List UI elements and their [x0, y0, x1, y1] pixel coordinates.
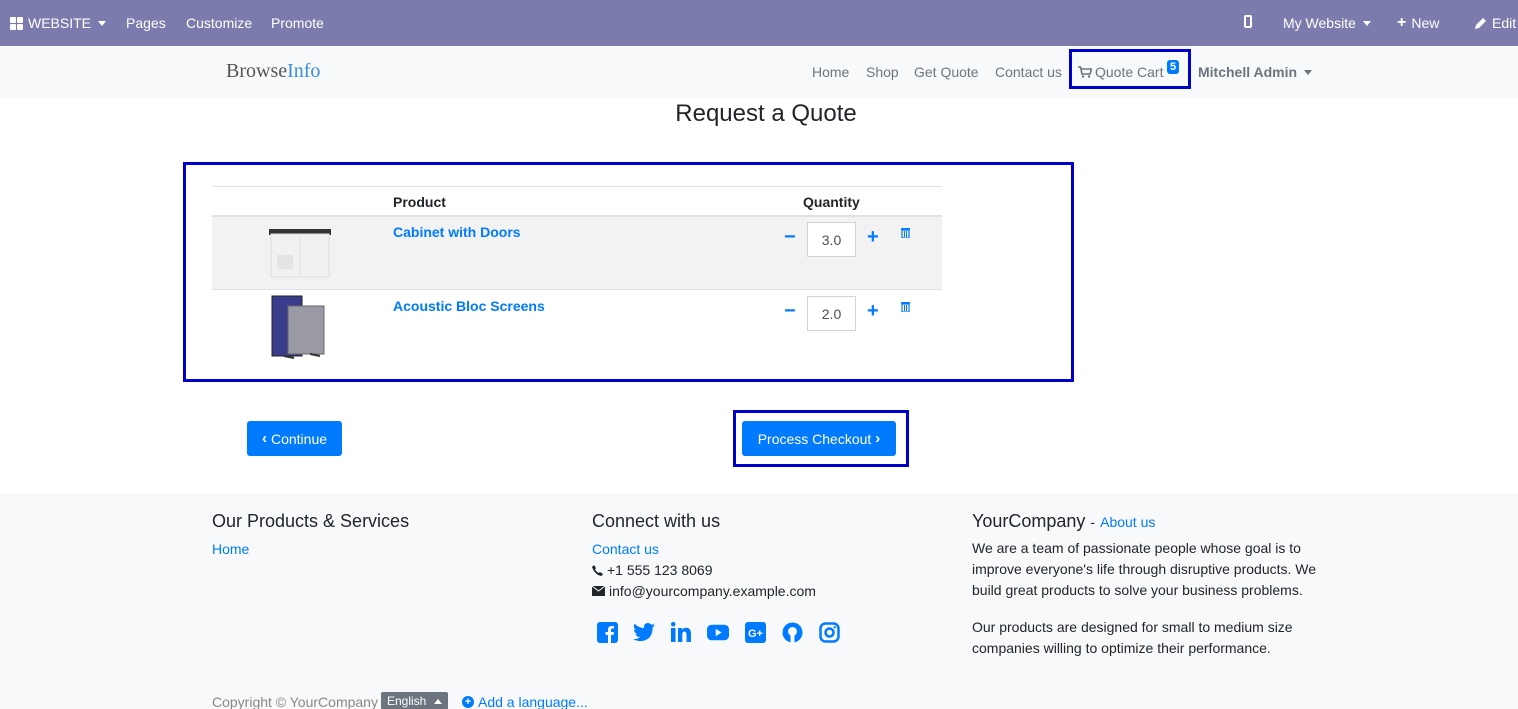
footer-email: info@yourcompany.example.com [592, 583, 816, 599]
quote-cart-link[interactable]: Quote Cart [1078, 64, 1163, 80]
header-quantity: Quantity [803, 194, 860, 210]
continue-button[interactable]: ‹ Continue [247, 421, 342, 456]
google-plus-icon[interactable]: G+ [744, 621, 766, 643]
caret-down-icon [1304, 69, 1313, 75]
footer: Our Products & Services Home Connect wit… [0, 493, 1518, 709]
chevron-right-icon: › [875, 430, 881, 447]
svg-text:G+: G+ [748, 628, 763, 640]
process-checkout-button[interactable]: Process Checkout › [742, 421, 896, 456]
product-link[interactable]: Acoustic Bloc Screens [393, 298, 545, 314]
phone-icon [592, 564, 603, 576]
email-address: info@yourcompany.example.com [609, 583, 816, 599]
facebook-icon[interactable] [596, 621, 618, 643]
cart-count-badge: 5 [1167, 60, 1180, 74]
footer-about-paragraph-2: Our products are designed for small to m… [972, 619, 1293, 656]
admin-top-bar: WEBSITE Pages Customize Promote My Websi… [0, 0, 1518, 46]
footer-about-link[interactable]: About us [1100, 514, 1155, 530]
promote-menu[interactable]: Promote [271, 15, 324, 31]
customize-menu[interactable]: Customize [186, 15, 252, 31]
copyright-text: Copyright © YourCompany [212, 694, 378, 709]
new-button[interactable]: + New [1397, 14, 1440, 32]
chevron-left-icon: ‹ [261, 430, 267, 447]
quantity-input[interactable] [807, 296, 856, 331]
footer-products-title: Our Products & Services [212, 511, 410, 531]
new-label: New [1411, 15, 1440, 31]
nav-contact-us[interactable]: Contact us [995, 64, 1062, 80]
linkedin-icon[interactable] [670, 621, 692, 643]
table-row: Acoustic Bloc Screens − + [212, 291, 942, 364]
footer-company-heading: YourCompany - About us [972, 511, 1155, 532]
social-links: G+ [596, 621, 840, 643]
my-website-label: My Website [1283, 15, 1356, 31]
page-title: Request a Quote [675, 100, 857, 127]
pencil-icon [1475, 17, 1486, 29]
caret-down-icon [98, 20, 107, 26]
decrease-quantity-button[interactable]: − [784, 227, 796, 247]
table-row: Cabinet with Doors − + [212, 217, 942, 290]
footer-company-title: YourCompany [972, 511, 1086, 531]
instagram-icon[interactable] [818, 621, 840, 643]
screens-thumbnail [271, 295, 325, 359]
footer-connect-title: Connect with us [592, 511, 721, 531]
envelope-icon [592, 586, 605, 596]
youtube-icon[interactable] [707, 621, 729, 643]
website-menu-label: WEBSITE [28, 15, 92, 31]
decrease-quantity-button[interactable]: − [784, 301, 796, 321]
github-icon[interactable] [781, 621, 803, 643]
footer-company-sep: - [1090, 514, 1096, 530]
increase-quantity-button[interactable]: + [867, 301, 879, 321]
twitter-icon[interactable] [633, 621, 655, 643]
footer-contact-link[interactable]: Contact us [592, 541, 659, 557]
plus-icon: + [1397, 14, 1407, 31]
edit-button[interactable]: Edit [1474, 15, 1516, 31]
footer-about-paragraph-1: We are a team of passionate people whose… [972, 540, 1317, 598]
table-header: Product Quantity [212, 186, 942, 217]
website-menu[interactable]: WEBSITE [10, 15, 107, 31]
user-menu[interactable]: Mitchell Admin [1198, 64, 1313, 80]
apps-grid-icon [10, 16, 23, 30]
product-link[interactable]: Cabinet with Doors [393, 224, 521, 240]
increase-quantity-button[interactable]: + [867, 227, 879, 247]
nav-shop[interactable]: Shop [866, 64, 899, 80]
footer-phone: +1 555 123 8069 [592, 562, 713, 578]
phone-icon [1244, 15, 1252, 28]
add-language-label: Add a language... [478, 694, 588, 709]
edit-label: Edit [1492, 15, 1517, 31]
my-website-menu[interactable]: My Website [1283, 15, 1371, 31]
footer-home-link[interactable]: Home [212, 541, 249, 557]
plus-circle-icon: + [462, 696, 474, 708]
caret-down-icon [1362, 20, 1371, 26]
quantity-input[interactable] [807, 222, 856, 257]
nav-get-quote[interactable]: Get Quote [914, 64, 979, 80]
cabinet-thumbnail [269, 229, 331, 278]
language-label: English [387, 694, 427, 708]
trash-icon[interactable] [901, 301, 910, 312]
brand-part2: Info [287, 60, 321, 82]
continue-label: Continue [270, 430, 328, 447]
caret-up-icon [434, 698, 443, 704]
user-name: Mitchell Admin [1198, 64, 1298, 80]
checkout-label: Process Checkout [757, 430, 872, 447]
header-product: Product [393, 194, 446, 210]
add-language-link[interactable]: + Add a language... [462, 694, 588, 709]
quote-cart-label: Quote Cart [1095, 64, 1164, 80]
trash-icon[interactable] [901, 227, 910, 238]
pages-menu[interactable]: Pages [126, 15, 166, 31]
brand-part1: Browse [226, 60, 288, 82]
cart-icon [1078, 66, 1092, 78]
brand-logo[interactable]: BrowseInfo [226, 60, 320, 83]
mobile-preview-button[interactable] [1244, 15, 1252, 28]
nav-home[interactable]: Home [812, 64, 849, 80]
language-selector[interactable]: English [381, 692, 449, 709]
phone-number: +1 555 123 8069 [607, 562, 713, 578]
